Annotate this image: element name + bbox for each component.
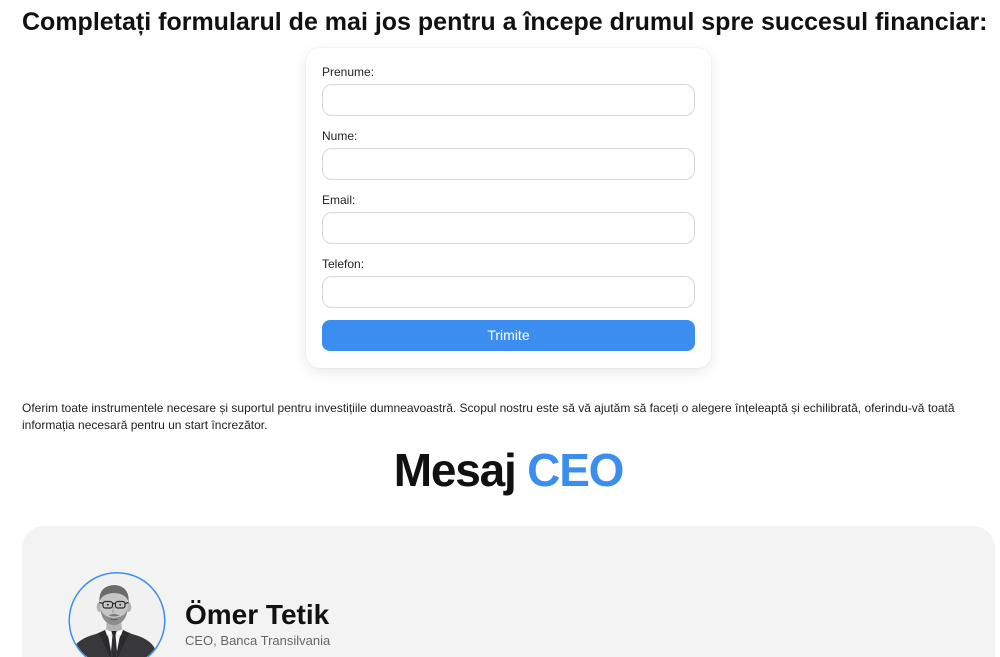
ceo-message-card: Ömer Tetik CEO, Banca Transilvania [22, 526, 995, 657]
ceo-role: CEO, Banca Transilvania [185, 633, 331, 648]
email-input[interactable] [322, 212, 695, 244]
signup-form-card: Prenume: Nume: Email: Telefon: Trimite [306, 48, 711, 368]
intro-paragraph: Oferim toate instrumentele necesare și s… [22, 401, 955, 432]
phone-input[interactable] [322, 276, 695, 308]
ceo-title-main: Mesaj [393, 444, 517, 496]
portrait [70, 573, 165, 657]
portrait-right-eye [119, 603, 122, 606]
page-heading: Completați formularul de mai jos pentru … [22, 8, 988, 36]
portrait-left-eye [106, 603, 109, 606]
phone-label: Telefon: [322, 257, 365, 271]
last-name-input[interactable] [322, 148, 695, 180]
first-name-input[interactable] [322, 84, 695, 116]
submit-button[interactable]: Trimite [322, 320, 695, 351]
first-name-label: Prenume: [322, 65, 375, 79]
ceo-name: Ömer Tetik [185, 599, 330, 630]
ceo-avatar-photo [68, 572, 166, 657]
ceo-section-title: Mesaj CEO [22, 442, 995, 498]
last-name-label: Nume: [322, 129, 358, 143]
email-label: Email: [322, 193, 356, 207]
ceo-title-accent: CEO [527, 444, 624, 496]
